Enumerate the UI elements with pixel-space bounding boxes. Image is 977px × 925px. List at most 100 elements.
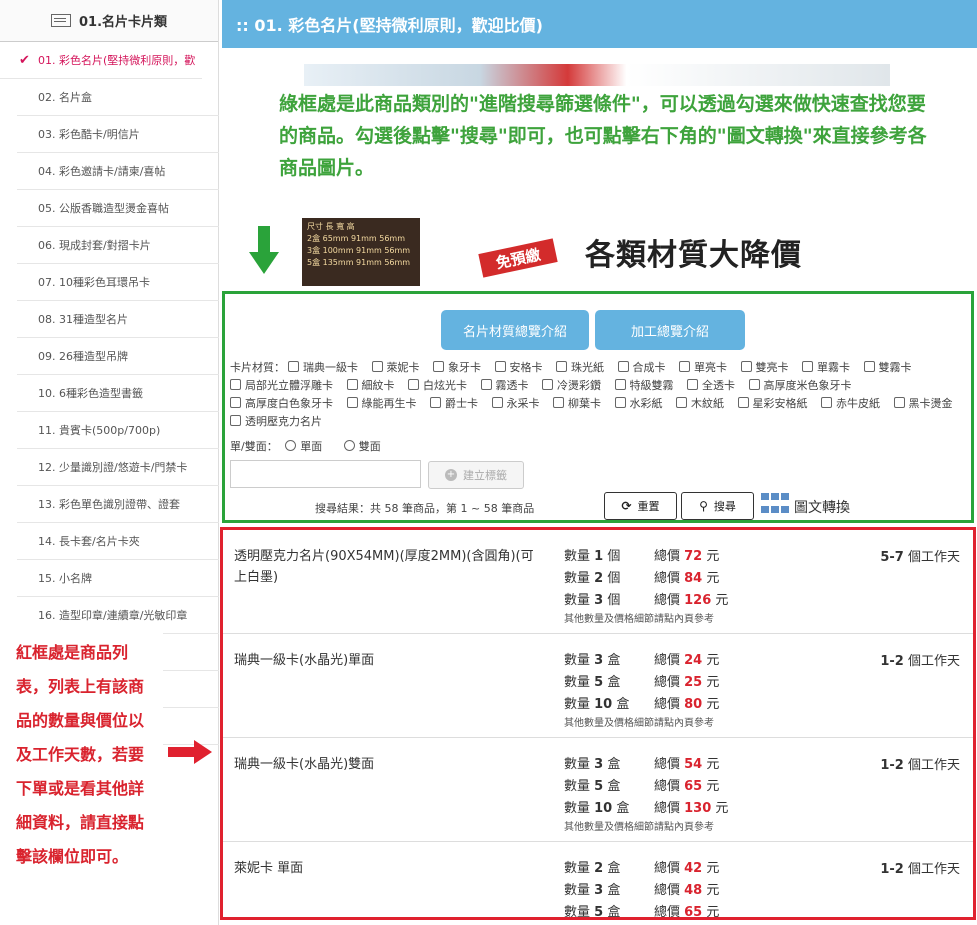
material-checkbox[interactable]: 白炫光卡 [408, 377, 467, 395]
material-label: 特級雙霧 [629, 379, 674, 392]
qty-label: 數量 [564, 571, 595, 586]
sidebar-item[interactable]: 02. 名片盒 [17, 79, 219, 116]
material-filters: 卡片材質： 瑞典一級卡 萊妮卡 象牙卡 安格卡 珠光紙 合成卡 單亮卡 雙亮卡 單… [230, 359, 972, 431]
price-value: 72 [684, 549, 703, 564]
material-checkbox[interactable]: 單亮卡 [679, 359, 727, 377]
material-checkbox[interactable]: 黑卡燙金 [893, 395, 953, 413]
checkbox-icon [542, 379, 553, 390]
qty-label: 數量 [564, 653, 595, 668]
process-overview-button[interactable]: 加工總覽介紹 [595, 310, 745, 350]
sidebar-item[interactable]: 04. 彩色邀請卡/請柬/喜帖 [17, 153, 219, 190]
product-name[interactable]: 透明壓克力名片(90X54MM)(厚度2MM)(含圓角)(可上白墨) [234, 546, 539, 588]
sidebar-item[interactable]: 03. 彩色酷卡/明信片 [17, 116, 219, 153]
material-label: 細紋卡 [361, 379, 395, 392]
image-view-toggle[interactable]: 圖文轉換 [794, 497, 850, 517]
material-label: 萊妮卡 [386, 361, 420, 374]
material-checkbox[interactable]: 高厚度米色象牙卡 [748, 377, 852, 395]
sidebar-item[interactable]: 16. 造型印章/連續章/光敏印章 [17, 597, 219, 634]
lead-time-unit: 個工作天 [903, 654, 960, 669]
material-checkbox[interactable]: 特級雙霧 [614, 377, 674, 395]
material-checkbox[interactable]: 綠能再生卡 [346, 395, 417, 413]
tag-input[interactable] [230, 460, 421, 488]
plus-circle-icon: + [445, 469, 457, 481]
reset-button[interactable]: ⟳ 重置 [604, 492, 677, 520]
sidebar-item[interactable]: 15. 小名牌 [17, 560, 219, 597]
qty-label: 數量 [564, 675, 595, 690]
promo-banner-bottom[interactable]: 尺寸 長 寬 高 2盒 65mm 91mm 56mm 3盒 100mm 91mm… [302, 218, 889, 286]
material-label: 雙亮卡 [755, 361, 789, 374]
sidebar-item[interactable]: 13. 彩色單色識別證帶、證套 [17, 486, 219, 523]
material-checkbox[interactable]: 合成卡 [617, 359, 666, 377]
checkbox-icon [230, 415, 241, 426]
material-checkbox[interactable]: 雙霧卡 [863, 359, 912, 377]
promo-banner-top[interactable] [304, 64, 890, 86]
price-line: 數量 5 盒 總價 25 元 [564, 671, 719, 690]
sidebar-item[interactable]: 14. 長卡套/名片卡夾 [17, 523, 219, 560]
sidebar-item[interactable]: 08. 31種造型名片 [17, 301, 219, 338]
price-label: 總價 [654, 549, 685, 564]
material-checkbox[interactable]: 水彩紙 [614, 395, 663, 413]
qty-label: 數量 [564, 861, 595, 876]
sidebar-item[interactable]: 11. 貴賓卡(500p/700p) [17, 412, 219, 449]
product-name[interactable]: 瑞典一級卡(水晶光)單面 [234, 650, 539, 671]
material-checkbox[interactable]: 細紋卡 [346, 377, 395, 395]
material-checkbox[interactable]: 木紋紙 [676, 395, 724, 413]
material-checkbox[interactable]: 赤牛皮紙 [821, 395, 880, 413]
material-checkbox[interactable]: 萊妮卡 [371, 359, 420, 377]
material-checkbox[interactable]: 雙亮卡 [740, 359, 789, 377]
radio-single-side[interactable]: 單面 [285, 438, 322, 454]
create-tag-button[interactable]: + 建立標籤 [428, 461, 524, 489]
qty-unit: 盒 [603, 883, 621, 898]
material-checkbox[interactable]: 象牙卡 [433, 359, 481, 377]
checkbox-icon [737, 397, 749, 408]
material-checkbox[interactable]: 冷燙彩鑽 [542, 377, 601, 395]
sidebar-item[interactable]: 05. 公版香職造型燙金喜帖 [17, 190, 219, 227]
product-name[interactable]: 瑞典一級卡(水晶光)雙面 [234, 754, 539, 775]
price-label: 總價 [654, 801, 685, 816]
sidebar-item[interactable]: 10. 6種彩色造型書籤 [17, 375, 219, 412]
sidebar-item[interactable]: 09. 26種造型吊牌 [17, 338, 219, 375]
material-overview-button[interactable]: 名片材質總覽介紹 [441, 310, 589, 350]
sidebar-item[interactable]: 12. 少量識別證/悠遊卡/門禁卡 [17, 449, 219, 486]
red-annotation: 紅框處是商品列表，列表上有該商品的數量與價位以及工作天數，若要下單或是看其他詳細… [3, 630, 163, 902]
price-line: 數量 5 盒 總價 65 元 [564, 775, 719, 794]
material-checkbox[interactable]: 星彩安格紙 [737, 395, 808, 413]
material-checkbox[interactable]: 爵士卡 [430, 395, 478, 413]
material-label: 局部光立體浮雕卡 [245, 379, 333, 392]
grid-view-icon[interactable] [761, 493, 789, 517]
sidebar-header[interactable]: 01.名片卡片類 [0, 0, 218, 42]
price-value: 54 [684, 757, 703, 772]
sidebar-item-label: 11. 貴賓卡(500p/700p) [38, 424, 161, 437]
material-checkbox[interactable]: 高厚度白色象牙卡 [230, 395, 333, 413]
product-row[interactable]: 瑞典一級卡(水晶光)單面 數量 3 盒總價 24 元數量 5 盒總價 25 元數量… [223, 634, 973, 738]
product-row[interactable]: 萊妮卡 單面 數量 2 盒總價 42 元數量 3 盒總價 48 元數量 5 盒總價… [223, 842, 973, 920]
material-checkbox[interactable]: 全透卡 [687, 377, 735, 395]
search-button[interactable]: ⚲ 搜尋 [681, 492, 754, 520]
material-checkbox[interactable]: 局部光立體浮雕卡 [230, 377, 333, 395]
material-checkbox[interactable]: 珠光紙 [556, 359, 604, 377]
product-row[interactable]: 透明壓克力名片(90X54MM)(厚度2MM)(含圓角)(可上白墨) 數量 1 個… [223, 530, 973, 634]
product-row[interactable]: 瑞典一級卡(水晶光)雙面 數量 3 盒總價 54 元數量 5 盒總價 65 元數量… [223, 738, 973, 842]
material-checkbox[interactable]: 永采卡 [491, 395, 540, 413]
sidebar-item-label: 04. 彩色邀請卡/請柬/喜帖 [38, 165, 166, 178]
sidebar-item-label: 03. 彩色酷卡/明信片 [38, 128, 140, 141]
currency-label: 元 [702, 697, 720, 712]
arrow-down-icon [249, 226, 279, 274]
material-checkbox[interactable]: 柳葉卡 [553, 395, 601, 413]
material-checkbox[interactable]: 單霧卡 [802, 359, 850, 377]
product-name[interactable]: 萊妮卡 單面 [234, 858, 539, 879]
material-checkbox[interactable]: 透明壓克力名片 [230, 413, 322, 431]
currency-label: 元 [702, 905, 720, 920]
price-label: 總價 [654, 593, 685, 608]
sidebar-item[interactable]: 06. 現成封套/對摺卡片 [17, 227, 219, 264]
checkbox-icon [863, 361, 875, 372]
price-line: 數量 5 盒 總價 65 元 [564, 901, 720, 920]
sidebar-item-label: 08. 31種造型名片 [38, 313, 128, 326]
material-checkbox[interactable]: 瑞典一級卡 [288, 359, 358, 377]
material-checkbox[interactable]: 安格卡 [494, 359, 543, 377]
material-checkbox[interactable]: 霧透卡 [480, 377, 529, 395]
sidebar-item[interactable]: ✔ 01. 彩色名片(堅持微利原則，歡 [0, 42, 202, 79]
sidebar-item[interactable]: 07. 10種彩色耳環吊卡 [17, 264, 219, 301]
qty-label: 數量 [564, 905, 595, 920]
radio-double-side[interactable]: 雙面 [343, 438, 381, 454]
